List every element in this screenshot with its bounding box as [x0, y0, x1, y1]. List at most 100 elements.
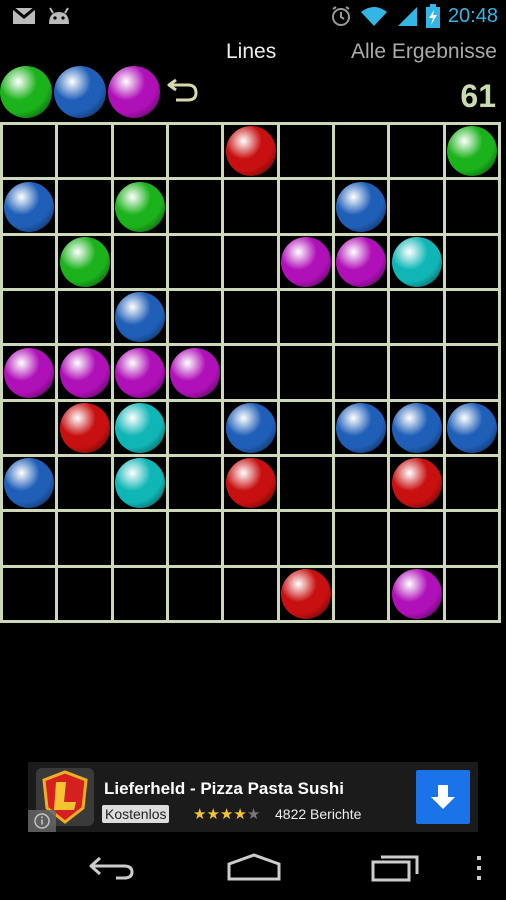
board-cell[interactable] [114, 125, 166, 177]
board-cell[interactable] [114, 512, 166, 564]
board-cell[interactable] [3, 568, 55, 620]
ball-magenta[interactable] [4, 347, 55, 398]
board-cell[interactable] [335, 125, 387, 177]
ball-blue[interactable] [336, 402, 387, 453]
board-cell[interactable] [3, 402, 55, 454]
download-arrow-icon [431, 785, 455, 809]
recent-apps-icon[interactable] [370, 852, 422, 882]
board-cell[interactable] [3, 512, 55, 564]
ball-red[interactable] [225, 458, 276, 509]
ball-red[interactable] [59, 402, 110, 453]
gmail-icon [12, 7, 36, 24]
ball-magenta[interactable] [170, 347, 221, 398]
board-cell[interactable] [58, 180, 110, 232]
ball-cyan[interactable] [391, 236, 442, 287]
board-cell[interactable] [280, 457, 332, 509]
board-cell[interactable] [169, 512, 221, 564]
android-icon [49, 7, 69, 24]
ball-blue[interactable] [336, 181, 387, 232]
board-cell[interactable] [58, 568, 110, 620]
board-cell[interactable] [169, 457, 221, 509]
ball-blue[interactable] [225, 402, 276, 453]
board-cell[interactable] [390, 180, 442, 232]
game-board[interactable] [0, 122, 501, 623]
board-cell[interactable] [446, 291, 498, 343]
ball-cyan[interactable] [114, 402, 165, 453]
board-cell[interactable] [280, 346, 332, 398]
board-cell[interactable] [390, 291, 442, 343]
board-cell[interactable] [280, 180, 332, 232]
board-cell[interactable] [390, 346, 442, 398]
undo-icon[interactable] [166, 74, 200, 104]
board-cell[interactable] [224, 568, 276, 620]
ball-green[interactable] [446, 126, 497, 177]
board-cell[interactable] [114, 236, 166, 288]
board-cell[interactable] [224, 291, 276, 343]
ball-green[interactable] [59, 236, 110, 287]
board-cell[interactable] [335, 512, 387, 564]
board-cell[interactable] [446, 346, 498, 398]
board-cell[interactable] [3, 125, 55, 177]
board-cell[interactable] [224, 180, 276, 232]
ball-blue[interactable] [4, 458, 55, 509]
board-cell[interactable] [224, 236, 276, 288]
overflow-menu-icon[interactable] [472, 854, 486, 882]
board-cell[interactable] [224, 346, 276, 398]
board-cell[interactable] [224, 512, 276, 564]
ball-green[interactable] [114, 181, 165, 232]
board-cell[interactable] [169, 402, 221, 454]
board-cell[interactable] [280, 125, 332, 177]
board-cell[interactable] [280, 291, 332, 343]
board-cell[interactable] [446, 236, 498, 288]
board-cell[interactable] [114, 568, 166, 620]
board-cell[interactable] [446, 568, 498, 620]
board-cell[interactable] [169, 568, 221, 620]
ad-download-button[interactable] [416, 770, 470, 824]
board-cell[interactable] [3, 291, 55, 343]
ad-price-badge: Kostenlos [102, 805, 170, 823]
board-cell[interactable] [3, 236, 55, 288]
board-cell[interactable] [335, 346, 387, 398]
ball-blue[interactable] [114, 292, 165, 343]
board-cell[interactable] [58, 125, 110, 177]
ball-red[interactable] [225, 126, 276, 177]
ad-banner[interactable]: Lieferheld - Pizza Pasta Sushi Kostenlos… [28, 762, 478, 832]
ball-cyan[interactable] [114, 458, 165, 509]
rating-star-icon: ★ [246, 806, 261, 823]
board-cell[interactable] [390, 125, 442, 177]
ball-magenta[interactable] [391, 568, 442, 619]
ball-red[interactable] [391, 458, 442, 509]
ball-magenta[interactable] [336, 236, 387, 287]
ball-blue[interactable] [446, 402, 497, 453]
rating-star-icon: ★ [206, 806, 220, 823]
board-cell[interactable] [335, 568, 387, 620]
ad-info-button[interactable] [28, 810, 56, 832]
board-cell[interactable] [169, 291, 221, 343]
board-cell[interactable] [390, 512, 442, 564]
ball-blue[interactable] [4, 181, 55, 232]
board-cell[interactable] [446, 457, 498, 509]
ball-blue[interactable] [391, 402, 442, 453]
home-icon[interactable] [226, 852, 282, 882]
wifi-icon [360, 7, 387, 26]
board-cell[interactable] [446, 512, 498, 564]
board-cell[interactable] [58, 291, 110, 343]
board-cell[interactable] [335, 457, 387, 509]
board-cell[interactable] [280, 402, 332, 454]
board-cell[interactable] [58, 512, 110, 564]
board-cell[interactable] [169, 180, 221, 232]
board-cell[interactable] [58, 457, 110, 509]
ball-magenta[interactable] [280, 236, 331, 287]
ball-magenta[interactable] [59, 347, 110, 398]
board-cell[interactable] [280, 512, 332, 564]
board-cell[interactable] [169, 236, 221, 288]
ad-title[interactable]: Lieferheld - Pizza Pasta Sushi [104, 779, 344, 799]
ball-magenta[interactable] [114, 347, 165, 398]
board-cell[interactable] [335, 291, 387, 343]
board-cell[interactable] [169, 125, 221, 177]
all-results-button[interactable]: Alle Ergebnisse [351, 40, 497, 64]
board-cell[interactable] [446, 180, 498, 232]
ball-red[interactable] [280, 568, 331, 619]
back-icon[interactable] [88, 852, 136, 882]
status-time: 20:48 [447, 4, 498, 27]
